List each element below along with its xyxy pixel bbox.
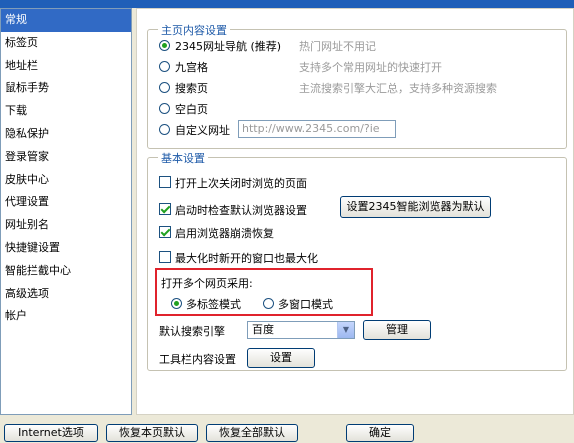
check-default-browser-checkbox[interactable] (159, 203, 171, 215)
sidebar-item-url-alias[interactable]: 网址别名 (1, 214, 131, 237)
homepage-radio-custom[interactable] (159, 124, 170, 135)
default-search-engine-select[interactable]: 百度 ▼ (247, 321, 355, 339)
default-search-engine-value: 百度 (252, 323, 274, 336)
sidebar-item-advanced[interactable]: 高级选项 (1, 283, 131, 306)
homepage-radio-2345[interactable] (159, 40, 170, 51)
manage-search-engine-button[interactable]: 管理 (363, 320, 431, 340)
multi-window-mode-radio[interactable] (263, 298, 274, 309)
basic-settings-legend: 基本设置 (158, 150, 208, 166)
settings-content: 主页内容设置 2345网址导航 (推荐) 热门网址不用记 九宫格 支持多个常用网… (136, 8, 574, 415)
maximize-new-windows-label[interactable]: 最大化时新开的窗口也最大化 (175, 250, 318, 266)
toolbar-content-label: 工具栏内容设置 (159, 353, 236, 366)
sidebar-item-general[interactable]: 常规 (1, 9, 131, 32)
restore-all-defaults-button[interactable]: 恢复全部默认 (206, 424, 298, 442)
multi-window-mode-label[interactable]: 多窗口模式 (278, 296, 333, 312)
window-top-band (0, 0, 574, 8)
settings-sidebar: 常规 标签页 地址栏 鼠标手势 下载 隐私保护 登录管家 皮肤中心 代理设置 网… (0, 8, 132, 415)
toolbar-settings-button[interactable]: 设置 (247, 348, 315, 368)
sidebar-item-downloads[interactable]: 下载 (1, 100, 131, 123)
sidebar-item-privacy[interactable]: 隐私保护 (1, 123, 131, 146)
homepage-radio-search[interactable] (159, 82, 170, 93)
sidebar-item-smart-block[interactable]: 智能拦截中心 (1, 260, 131, 283)
homepage-option-search-desc: 主流搜索引擎大汇总，支持多种资源搜索 (299, 82, 497, 95)
restore-last-session-label[interactable]: 打开上次关闭时浏览的页面 (175, 175, 307, 191)
set-default-browser-button[interactable]: 设置2345智能浏览器为默认 (340, 196, 491, 218)
homepage-radio-blank[interactable] (159, 103, 170, 114)
chevron-down-icon[interactable]: ▼ (337, 322, 354, 338)
sidebar-item-proxy[interactable]: 代理设置 (1, 191, 131, 214)
multi-tab-mode-radio[interactable] (171, 298, 182, 309)
homepage-legend: 主页内容设置 (158, 22, 230, 38)
check-default-browser-label[interactable]: 启动时检查默认浏览器设置 (175, 202, 307, 218)
maximize-new-windows-checkbox[interactable] (159, 251, 171, 263)
sidebar-item-mouse-gestures[interactable]: 鼠标手势 (1, 77, 131, 100)
sidebar-item-tabs[interactable]: 标签页 (1, 32, 131, 55)
crash-recovery-checkbox[interactable] (159, 226, 171, 238)
homepage-option-2345-desc: 热门网址不用记 (299, 40, 376, 53)
homepage-option-grid-label[interactable]: 九宫格 (175, 59, 208, 75)
sidebar-item-login-manager[interactable]: 登录管家 (1, 146, 131, 169)
homepage-option-grid-desc: 支持多个常用网址的快速打开 (299, 61, 442, 74)
internet-options-button[interactable]: Internet选项 (4, 424, 98, 442)
homepage-option-search-label[interactable]: 搜索页 (175, 80, 208, 96)
restore-last-session-checkbox[interactable] (159, 176, 171, 188)
multi-tab-mode-label[interactable]: 多标签模式 (186, 296, 241, 312)
sidebar-item-address-bar[interactable]: 地址栏 (1, 55, 131, 78)
ok-button[interactable]: 确定 (346, 424, 414, 442)
sidebar-item-skins[interactable]: 皮肤中心 (1, 169, 131, 192)
default-search-engine-label: 默认搜索引擎 (159, 325, 225, 338)
homepage-radio-grid[interactable] (159, 61, 170, 72)
crash-recovery-label[interactable]: 启用浏览器崩溃恢复 (175, 225, 274, 241)
custom-url-input[interactable]: http://www.2345.com/?ie (238, 120, 396, 138)
sidebar-item-shortcuts[interactable]: 快捷键设置 (1, 237, 131, 260)
homepage-option-blank-label[interactable]: 空白页 (175, 101, 208, 117)
restore-page-defaults-button[interactable]: 恢复本页默认 (106, 424, 198, 442)
homepage-option-2345-label[interactable]: 2345网址导航 (推荐) (175, 38, 281, 54)
multi-page-mode-label: 打开多个网页采用: (161, 277, 253, 290)
homepage-option-custom-label[interactable]: 自定义网址 (175, 122, 230, 138)
sidebar-item-account[interactable]: 帐户 (1, 305, 131, 328)
